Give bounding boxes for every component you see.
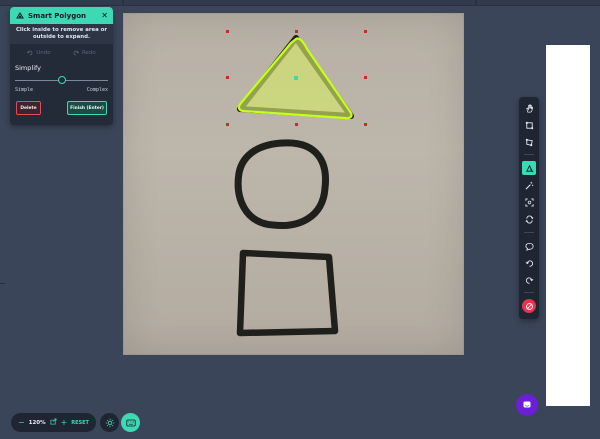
box-icon <box>525 121 533 129</box>
slider-handle[interactable] <box>57 76 66 84</box>
slider-min-label: Simple <box>15 87 34 93</box>
chat-button[interactable] <box>516 394 538 416</box>
smart-polygon-header: Smart Polygon ✕ <box>10 7 113 24</box>
repeat-tool-button[interactable] <box>522 212 536 226</box>
keyboard-shortcuts-button[interactable] <box>121 413 140 432</box>
canvas-drawing <box>123 13 464 355</box>
reset-zoom-button[interactable]: RESET <box>71 420 89 426</box>
keyboard-icon <box>125 419 136 426</box>
panel-title: Smart Polygon <box>28 11 86 20</box>
redo-tool-button[interactable] <box>522 273 536 287</box>
simplify-label: Simplify <box>15 64 42 72</box>
polygon-icon <box>525 138 533 146</box>
top-bar <box>0 0 600 6</box>
fit-icon-glyph <box>50 418 57 425</box>
polygon-tool-button[interactable] <box>522 135 536 149</box>
divider <box>0 283 6 284</box>
bounding-box-tool-button[interactable] <box>522 118 536 132</box>
side-panel <box>546 45 590 406</box>
sun-icon <box>105 418 114 427</box>
image-canvas[interactable] <box>123 13 464 355</box>
zoom-control: − 120% + RESET <box>11 413 96 432</box>
smart-polygon-icon <box>525 164 533 172</box>
divider <box>524 154 534 155</box>
divider <box>475 0 477 6</box>
fit-icon[interactable] <box>50 418 57 427</box>
smart-polygon-icon <box>15 11 24 20</box>
undo-icon <box>27 50 33 56</box>
simplify-slider[interactable] <box>15 76 108 86</box>
center-handle[interactable] <box>294 76 298 80</box>
drawn-circle <box>234 139 329 229</box>
auto-label-tool-button[interactable] <box>522 195 536 209</box>
undo-label: Undo <box>36 50 51 56</box>
brightness-button[interactable] <box>100 413 119 432</box>
undo-icon <box>525 259 533 267</box>
divider <box>122 0 124 6</box>
undo-button[interactable]: Undo <box>27 50 51 56</box>
hand-icon <box>525 104 533 112</box>
smart-polygon-panel: Smart Polygon ✕ Click inside to remove a… <box>10 7 113 125</box>
divider <box>524 292 534 293</box>
drawn-square <box>236 249 339 337</box>
finish-button[interactable]: Finish (Enter) <box>67 101 107 115</box>
magic-wand-icon <box>525 181 533 189</box>
redo-label: Redo <box>81 50 96 56</box>
instructions-text: Click inside to remove area or outside t… <box>10 24 113 44</box>
eye-off-icon <box>525 302 533 310</box>
redo-icon <box>525 276 533 284</box>
comment-icon <box>524 242 534 251</box>
auto-label-icon <box>524 197 534 207</box>
redo-icon <box>73 50 79 56</box>
delete-button[interactable]: Delete <box>16 101 41 115</box>
hide-annotations-button[interactable] <box>522 299 536 313</box>
comment-tool-button[interactable] <box>522 239 536 253</box>
annotation-toolbar <box>519 97 539 319</box>
slider-max-label: Complex <box>86 87 108 93</box>
zoom-out-button[interactable]: − <box>18 418 25 427</box>
divider <box>524 232 534 233</box>
undo-tool-button[interactable] <box>522 256 536 270</box>
smart-polygon-tool-button[interactable] <box>522 161 536 175</box>
chat-icon <box>523 401 531 408</box>
magic-wand-tool-button[interactable] <box>522 178 536 192</box>
close-icon[interactable]: ✕ <box>101 11 108 20</box>
hand-tool-button[interactable] <box>522 101 536 115</box>
zoom-level: 120% <box>28 419 46 426</box>
redo-button[interactable]: Redo <box>73 50 96 56</box>
zoom-in-button[interactable]: + <box>61 418 68 427</box>
repeat-icon <box>525 215 533 223</box>
